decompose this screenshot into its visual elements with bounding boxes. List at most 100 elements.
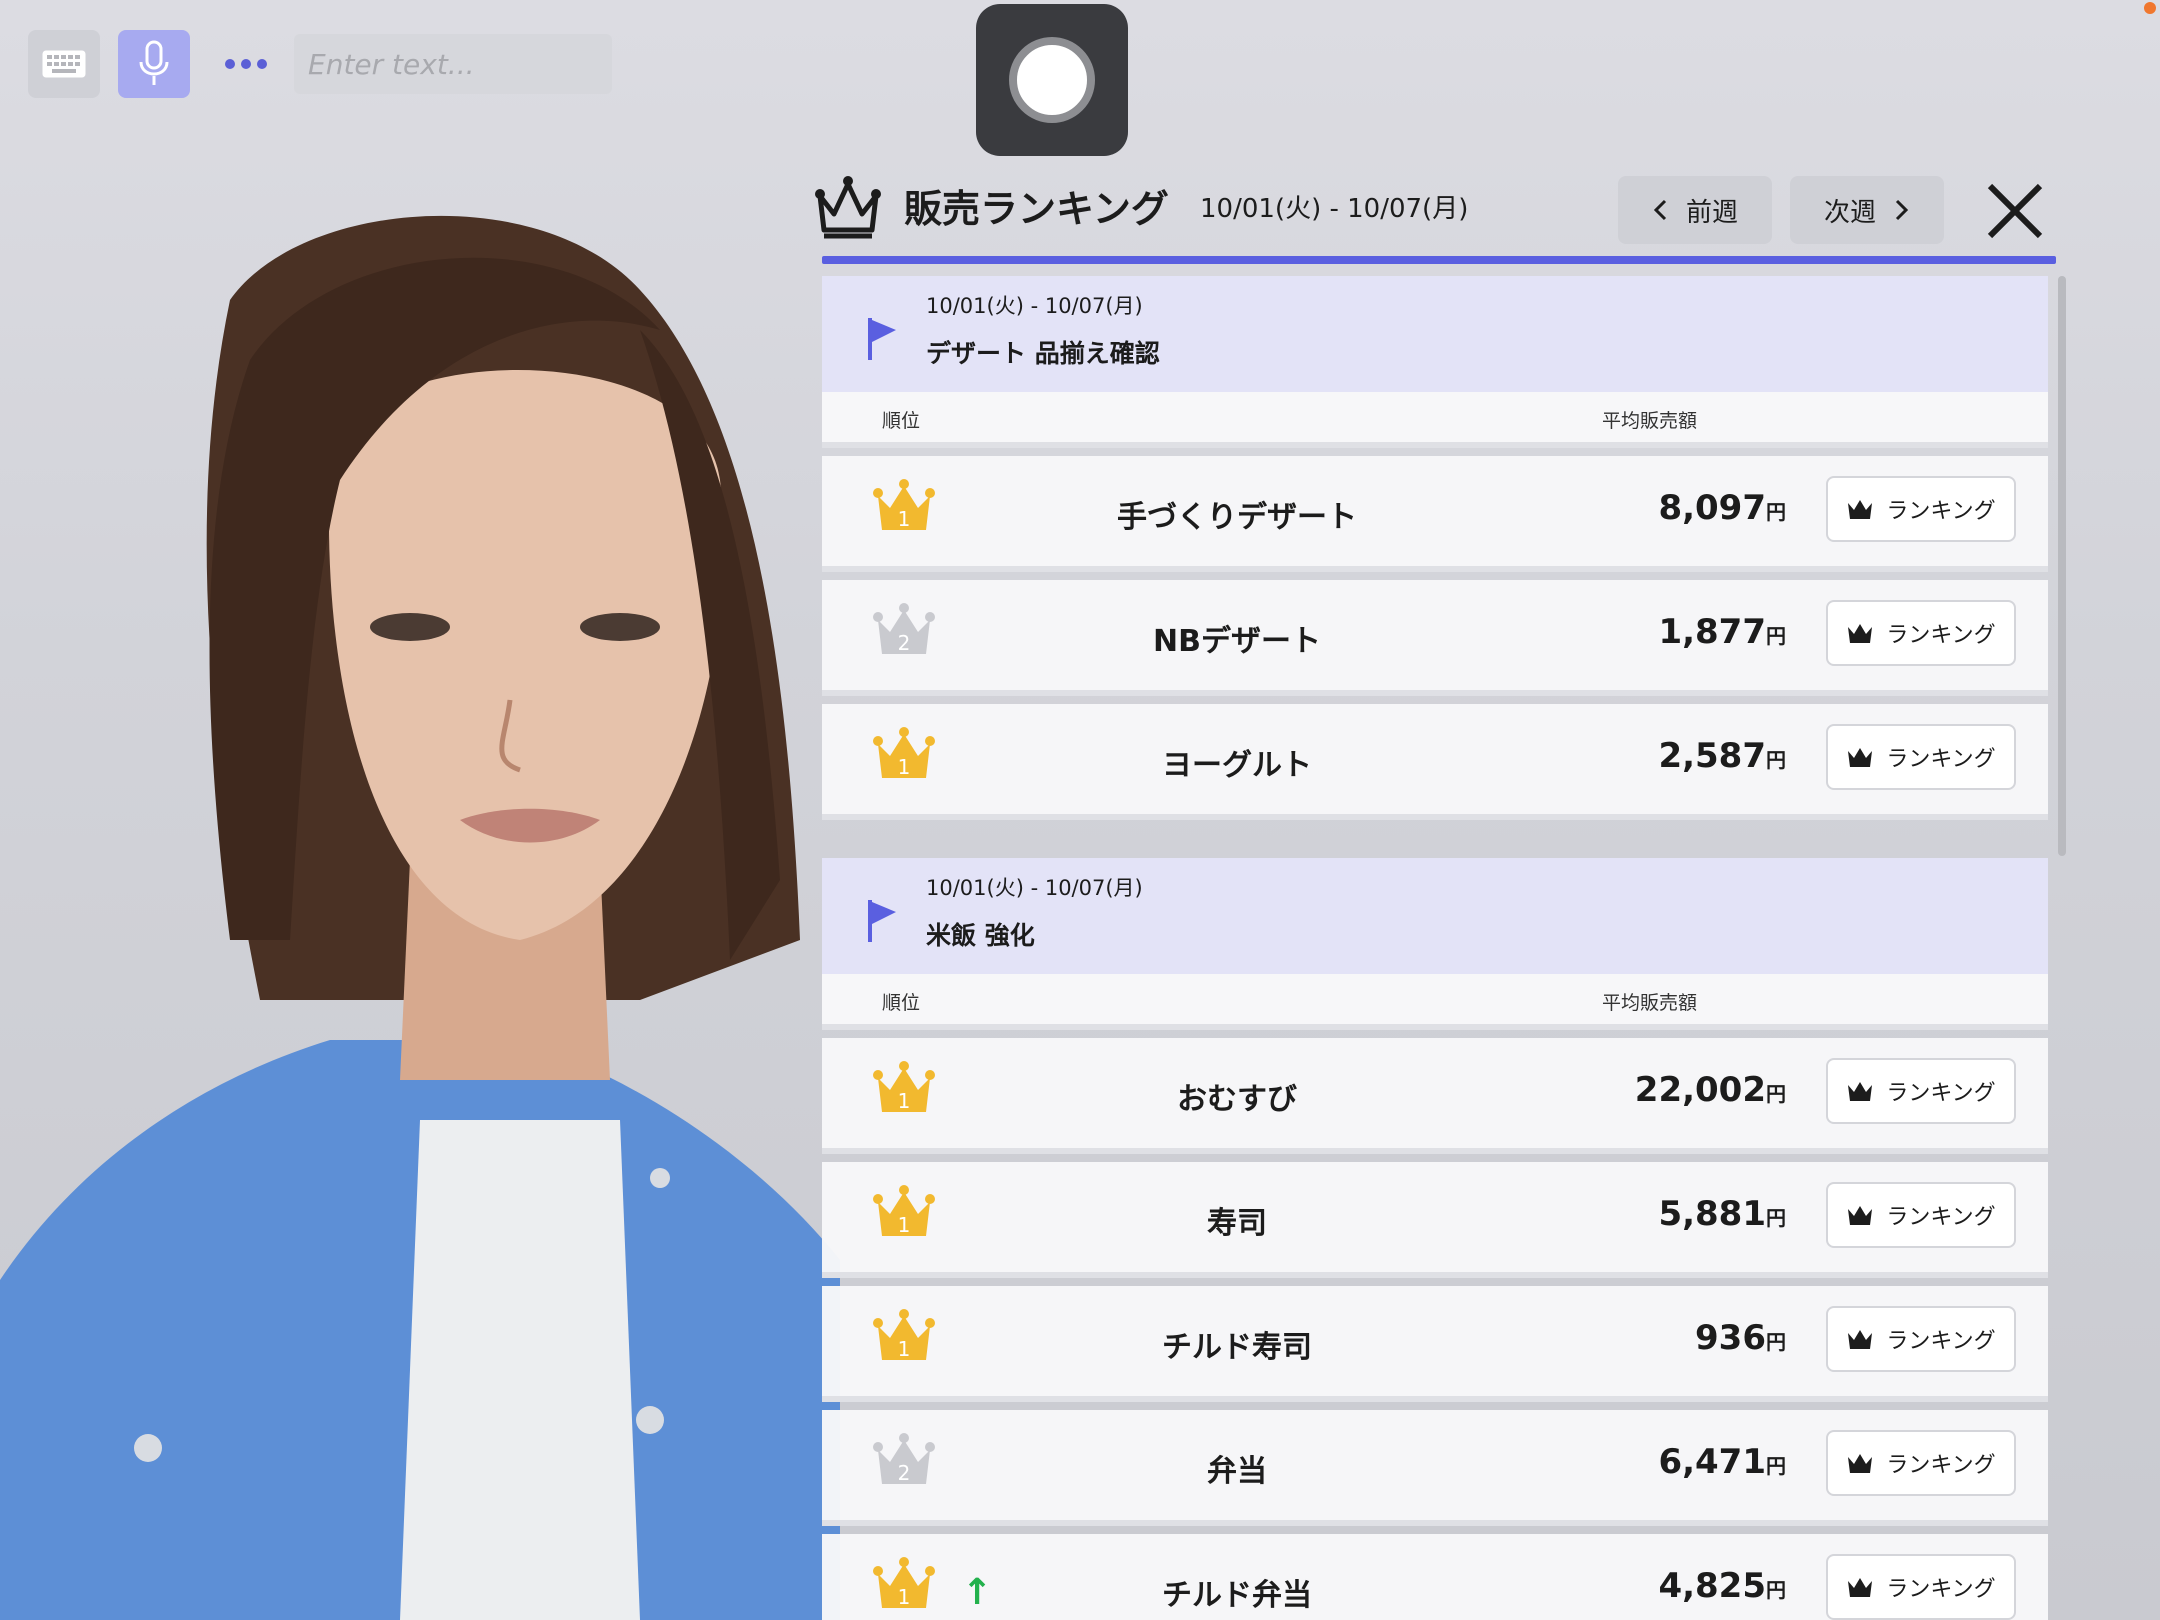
amount-value: 22,002 [1634,1070,1766,1110]
rank-number: 1 [898,1089,911,1113]
item-name: ヨーグルト [1162,748,1312,783]
amount-value: 1,877 [1658,612,1766,652]
average-sales-amount: 2,587円 [1522,736,1786,776]
microphone-icon [139,40,169,85]
column-header: 順位 平均販売額 [822,392,2048,448]
item-name: チルド寿司 [1162,1330,1312,1365]
table-row[interactable]: 1 ヨーグルト 2,587円 ランキング [822,704,2048,820]
ranking-button[interactable]: ランキング [1826,1430,2016,1496]
microphone-button[interactable] [118,30,190,98]
rank-crown-icon: 1 [873,727,935,779]
amount-unit: 円 [1766,1454,1786,1478]
table-row[interactable]: 2 弁当 6,471円 ランキング [822,1410,2048,1526]
group-date: 10/01(火) - 10/07(月) [926,876,1143,900]
keyboard-button[interactable] [28,30,100,98]
record-button[interactable] [976,4,1128,156]
trend-up-icon: ↑ [962,1572,993,1613]
amount-value: 5,881 [1658,1194,1766,1234]
group-date: 10/01(火) - 10/07(月) [926,294,1143,318]
record-icon [1009,37,1095,123]
crown-icon [1848,624,1873,643]
group-header: 10/01(火) - 10/07(月) デザート 品揃え確認 [822,276,2048,392]
more-dots-icon[interactable] [218,30,274,98]
average-sales-amount: 936円 [1522,1318,1786,1358]
amount-unit: 円 [1766,624,1786,648]
avatar-illustration [0,215,840,1620]
table-row[interactable]: 2 NBデザート 1,877円 ランキング [822,580,2048,696]
keyboard-icon [42,50,86,78]
rank-number: 1 [898,1213,911,1237]
ranking-button[interactable]: ランキング [1826,476,2016,542]
average-sales-amount: 22,002円 [1522,1070,1786,1110]
ranking-button[interactable]: ランキング [1826,1058,2016,1124]
crown-icon [1848,1206,1873,1225]
ranking-button[interactable]: ランキング [1826,724,2016,790]
average-sales-amount: 4,825円 [1522,1566,1786,1606]
ranking-list[interactable]: 10/01(火) - 10/07(月) デザート 品揃え確認 順位 平均販売額 … [822,276,2048,1620]
crown-icon [1848,1330,1873,1349]
item-name: NBデザート [1153,624,1321,659]
rank-crown-icon: 2 [873,603,935,655]
rank-number: 1 [898,755,911,779]
previous-week-button[interactable]: 前週 [1618,176,1772,244]
column-rank-label: 順位 [882,992,921,1014]
ranking-button-label: ランキング [1886,1329,1996,1354]
amount-unit: 円 [1766,500,1786,524]
table-row[interactable]: 1 手づくりデザート 8,097円 ランキング [822,456,2048,572]
column-average-label: 平均販売額 [1602,992,1698,1014]
ranking-button-label: ランキング [1886,623,1996,648]
ranking-button-label: ランキング [1886,1577,1996,1602]
rank-number: 1 [898,507,911,531]
crown-icon [1848,500,1873,519]
rank-number: 2 [898,1461,911,1485]
rank-number: 1 [898,1337,911,1361]
sales-ranking-panel: 販売ランキング 10/01(火) - 10/07(月) 前週 次週 10/01(… [812,160,2066,1620]
flag-icon [868,318,896,360]
table-row[interactable]: 1 おむすび 22,002円 ランキング [822,1038,2048,1154]
item-name: 弁当 [1207,1454,1267,1489]
rank-crown-icon: 1 [873,1185,935,1237]
rank-crown-icon: 1 [873,1557,935,1609]
column-rank-label: 順位 [882,410,921,432]
date-range: 10/01(火) - 10/07(月) [1200,194,1469,224]
amount-value: 2,587 [1658,736,1766,776]
ranking-button[interactable]: ランキング [1826,1182,2016,1248]
ranking-group: 10/01(火) - 10/07(月) 米飯 強化 順位 平均販売額 1 おむす… [822,858,2048,1620]
rank-number: 2 [898,631,911,655]
table-row[interactable]: 1 寿司 5,881円 ランキング [822,1162,2048,1278]
crown-icon [1848,1578,1873,1597]
scrollbar[interactable] [2058,276,2066,856]
ranking-button[interactable]: ランキング [1826,1554,2016,1620]
panel-header: 販売ランキング 10/01(火) - 10/07(月) 前週 次週 [812,160,2043,264]
item-name: 手づくりデザート [1117,500,1357,535]
text-input[interactable] [294,34,612,94]
ranking-button[interactable]: ランキング [1826,600,2016,666]
table-row[interactable]: 1 ↑ チルド弁当 4,825円 ランキング [822,1534,2048,1620]
crown-icon [1848,1082,1873,1101]
amount-value: 8,097 [1658,488,1766,528]
status-dot [2144,2,2156,14]
chevron-right-icon [1895,199,1909,221]
group-name: デザート 品揃え確認 [926,339,1160,368]
amount-value: 936 [1695,1318,1766,1358]
group-header: 10/01(火) - 10/07(月) 米飯 強化 [822,858,2048,974]
ranking-group: 10/01(火) - 10/07(月) デザート 品揃え確認 順位 平均販売額 … [822,276,2048,820]
item-name: チルド弁当 [1162,1578,1312,1613]
rank-crown-icon: 1 [873,1309,935,1361]
table-row[interactable]: 1 チルド寿司 936円 ランキング [822,1286,2048,1402]
crown-icon [815,176,881,239]
amount-value: 4,825 [1658,1566,1766,1606]
group-name: 米飯 強化 [926,921,1035,950]
ranking-button[interactable]: ランキング [1826,1306,2016,1372]
ranking-button-label: ランキング [1886,499,1996,524]
crown-icon [1848,748,1873,767]
rank-number: 1 [898,1585,911,1609]
item-name: 寿司 [1207,1206,1267,1241]
next-week-button[interactable]: 次週 [1790,176,1944,244]
column-header: 順位 平均販売額 [822,974,2048,1030]
close-icon[interactable] [1982,178,2048,244]
flag-icon [868,900,896,942]
ranking-button-label: ランキング [1886,1205,1996,1230]
rank-crown-icon: 1 [873,1061,935,1113]
average-sales-amount: 8,097円 [1522,488,1786,528]
